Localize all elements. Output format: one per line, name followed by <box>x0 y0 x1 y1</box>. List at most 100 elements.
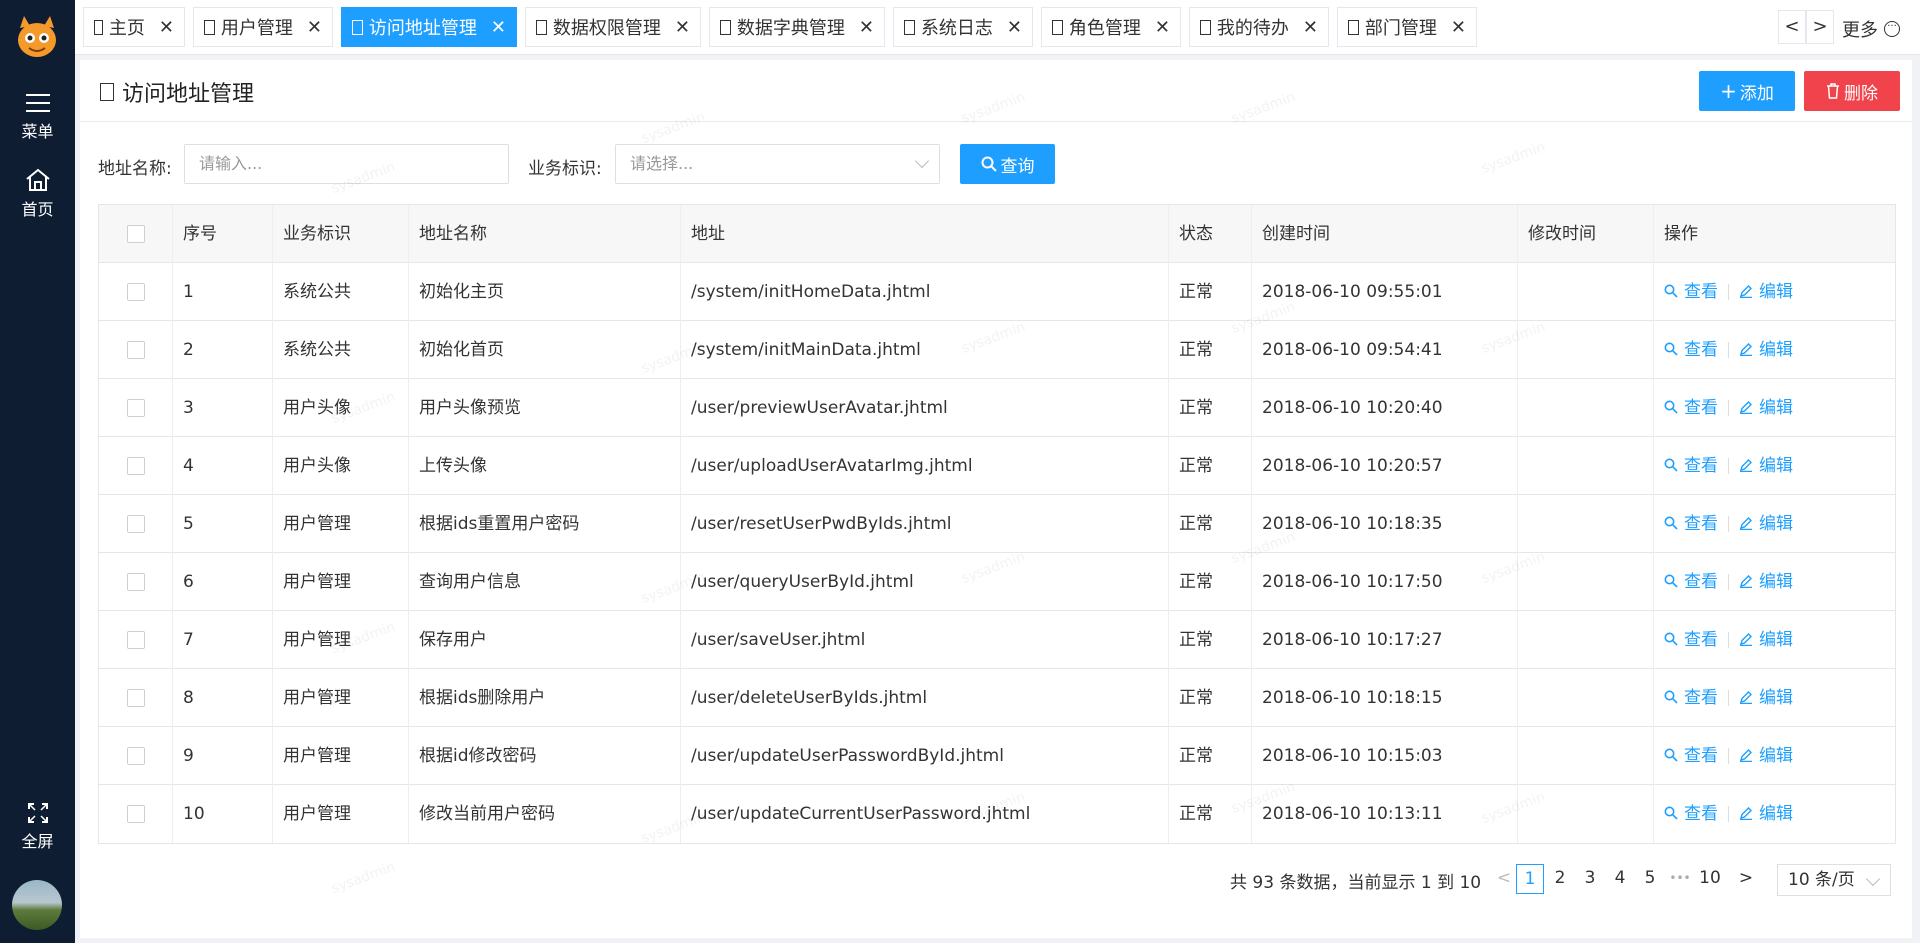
edit-button[interactable]: 编辑 <box>1739 340 1793 360</box>
edit-button[interactable]: 编辑 <box>1739 630 1793 650</box>
row-checkbox-cell <box>99 611 173 669</box>
row-number: 6 <box>173 553 273 611</box>
row-url-name: 修改当前用户密码 <box>409 785 681 843</box>
edit-label: 编辑 <box>1759 746 1793 766</box>
row-checkbox[interactable] <box>126 747 145 765</box>
edit-button[interactable]: 编辑 <box>1739 746 1793 766</box>
row-url-name: 查询用户信息 <box>409 553 681 611</box>
row-actions: 查看 编辑 <box>1654 669 1895 727</box>
document-icon <box>100 83 114 101</box>
tab-more-button[interactable]: 更多 ··· <box>1842 16 1900 42</box>
row-checkbox[interactable] <box>126 515 145 533</box>
select-all-checkbox[interactable] <box>126 225 145 243</box>
view-button[interactable]: 查看 <box>1664 804 1718 824</box>
view-button[interactable]: 查看 <box>1664 572 1718 592</box>
action-divider <box>1728 400 1729 416</box>
search-icon <box>1664 458 1678 472</box>
row-checkbox[interactable] <box>126 457 145 475</box>
pagination-ellipsis[interactable]: ••• <box>1666 864 1694 894</box>
home-button[interactable]: 首页 <box>0 168 75 220</box>
edit-button[interactable]: 编辑 <box>1739 398 1793 418</box>
tab-department-management[interactable]: 部门管理 ✕ <box>1337 7 1477 47</box>
view-button[interactable]: 查看 <box>1664 630 1718 650</box>
edit-button[interactable]: 编辑 <box>1739 688 1793 708</box>
view-button[interactable]: 查看 <box>1664 514 1718 534</box>
edit-button[interactable]: 编辑 <box>1739 804 1793 824</box>
row-created-time: 2018-06-10 10:18:35 <box>1252 495 1518 553</box>
edit-button[interactable]: 编辑 <box>1739 282 1793 302</box>
row-checkbox[interactable] <box>126 805 145 823</box>
edit-button[interactable]: 编辑 <box>1739 514 1793 534</box>
row-checkbox[interactable] <box>126 399 145 417</box>
pagination-prev[interactable]: < <box>1490 864 1518 894</box>
tab-system-log[interactable]: 系统日志 ✕ <box>893 7 1033 47</box>
tab-data-dictionary[interactable]: 数据字典管理 ✕ <box>709 7 885 47</box>
row-modified-time <box>1518 669 1654 727</box>
tab-my-todo[interactable]: 我的待办 ✕ <box>1189 7 1329 47</box>
edit-button[interactable]: 编辑 <box>1739 456 1793 476</box>
tab-prev-button[interactable]: < <box>1778 10 1806 44</box>
delete-button[interactable]: 删除 <box>1804 71 1900 111</box>
tab-url-management[interactable]: 访问地址管理 ✕ <box>341 7 517 47</box>
edit-icon <box>1739 575 1752 589</box>
action-divider <box>1728 690 1729 706</box>
tab-label: 角色管理 <box>1068 18 1141 39</box>
close-icon[interactable]: ✕ <box>1303 17 1318 38</box>
fullscreen-button[interactable]: 全屏 <box>0 802 75 852</box>
row-checkbox[interactable] <box>126 283 145 301</box>
tab-home[interactable]: 主页 ✕ <box>83 7 185 47</box>
close-icon[interactable]: ✕ <box>1451 17 1466 38</box>
biz-filter-select[interactable]: 请选择... <box>615 144 940 184</box>
edit-button[interactable]: 编辑 <box>1739 572 1793 592</box>
name-filter-input[interactable]: 请输入... <box>184 144 509 184</box>
pagination-last-page[interactable]: 10 <box>1696 864 1724 894</box>
pagination-page[interactable]: 2 <box>1546 864 1574 894</box>
row-checkbox[interactable] <box>126 689 145 707</box>
view-button[interactable]: 查看 <box>1664 746 1718 766</box>
view-button[interactable]: 查看 <box>1664 688 1718 708</box>
search-icon <box>981 156 997 172</box>
row-biz-tag: 系统公共 <box>273 263 409 321</box>
search-icon <box>1664 806 1678 820</box>
row-checkbox[interactable] <box>126 631 145 649</box>
edit-label: 编辑 <box>1759 456 1793 476</box>
row-biz-tag: 用户头像 <box>273 437 409 495</box>
tab-role-management[interactable]: 角色管理 ✕ <box>1041 7 1181 47</box>
page-size-select[interactable]: 10 条/页 <box>1777 864 1891 896</box>
search-icon <box>1664 748 1678 762</box>
pagination-page[interactable]: 1 <box>1516 864 1544 894</box>
query-button[interactable]: 查询 <box>960 144 1055 184</box>
data-table: 序号 业务标识 地址名称 地址 状态 创建时间 修改时间 操作 1 系统公共 初始化… <box>98 204 1896 844</box>
row-checkbox[interactable] <box>126 341 145 359</box>
close-icon[interactable]: ✕ <box>859 17 874 38</box>
tab-data-permission[interactable]: 数据权限管理 ✕ <box>525 7 701 47</box>
close-icon[interactable]: ✕ <box>159 17 174 38</box>
menu-toggle-button[interactable]: 菜单 <box>0 92 75 142</box>
close-icon[interactable]: ✕ <box>491 17 506 38</box>
view-button[interactable]: 查看 <box>1664 456 1718 476</box>
tab-label: 系统日志 <box>920 18 993 39</box>
close-icon[interactable]: ✕ <box>1007 17 1022 38</box>
user-avatar[interactable] <box>12 880 62 930</box>
view-button[interactable]: 查看 <box>1664 282 1718 302</box>
pagination-page[interactable]: 3 <box>1576 864 1604 894</box>
page-size-value: 10 条/页 <box>1788 870 1855 890</box>
close-icon[interactable]: ✕ <box>307 17 322 38</box>
tab-label: 数据权限管理 <box>552 18 661 39</box>
view-button[interactable]: 查看 <box>1664 340 1718 360</box>
pagination-page[interactable]: 5 <box>1636 864 1664 894</box>
pagination-next[interactable]: > <box>1732 864 1760 894</box>
add-button[interactable]: + 添加 <box>1699 71 1795 111</box>
tab-next-button[interactable]: > <box>1806 10 1834 44</box>
row-biz-tag: 用户管理 <box>273 553 409 611</box>
close-icon[interactable]: ✕ <box>675 17 690 38</box>
tab-user-management[interactable]: 用户管理 ✕ <box>193 7 333 47</box>
close-icon[interactable]: ✕ <box>1155 17 1170 38</box>
action-divider <box>1728 748 1729 764</box>
pagination-page[interactable]: 4 <box>1606 864 1634 894</box>
pagination-summary: 共 93 条数据，当前显示 1 到 10 <box>1230 873 1482 893</box>
row-checkbox[interactable] <box>126 573 145 591</box>
view-button[interactable]: 查看 <box>1664 398 1718 418</box>
app-logo <box>14 14 60 60</box>
view-label: 查看 <box>1684 630 1718 650</box>
